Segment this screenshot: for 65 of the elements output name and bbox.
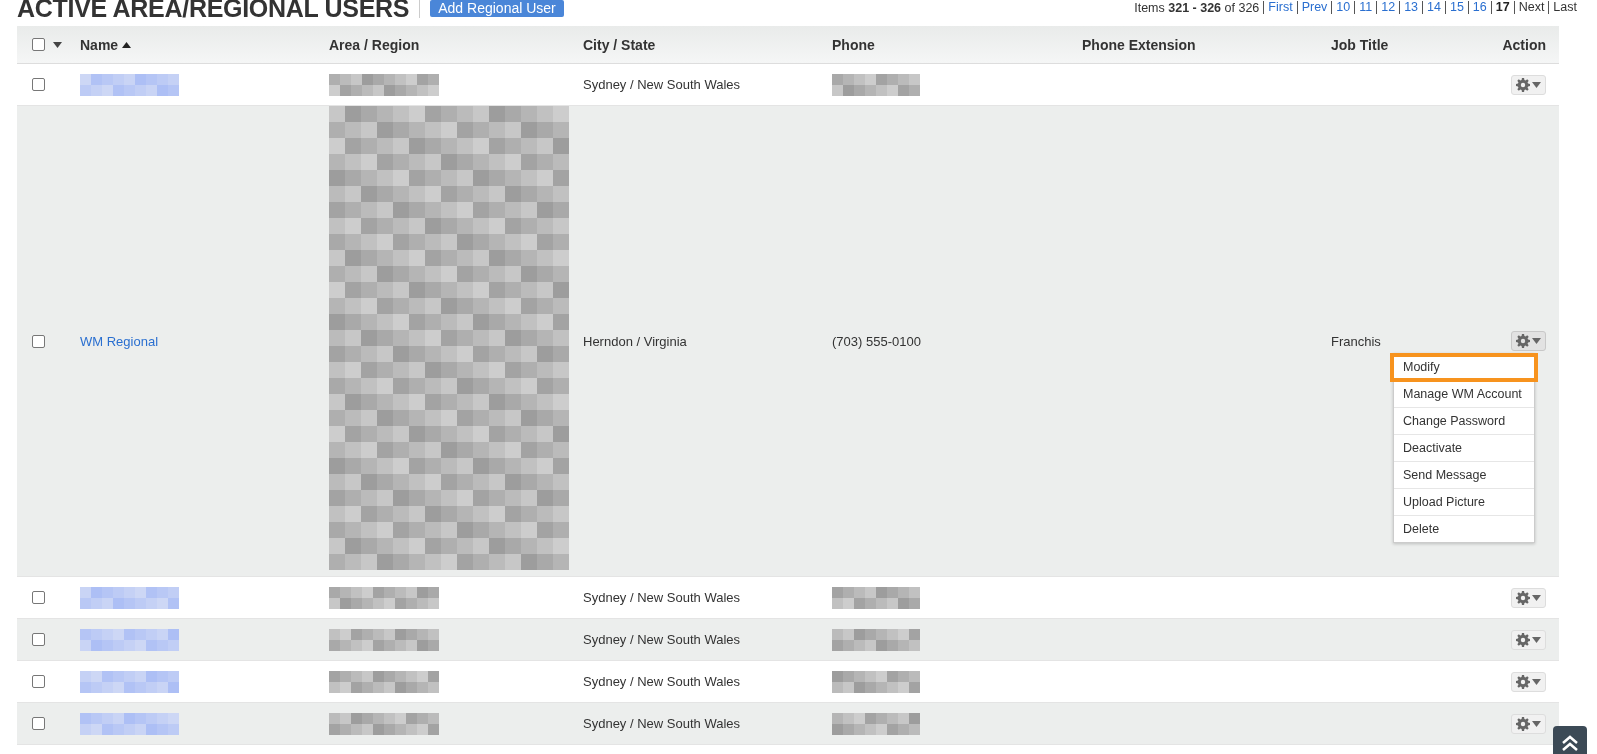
job-title-text: Franchis xyxy=(1331,333,1381,349)
menu-item[interactable]: Send Message xyxy=(1394,462,1534,489)
caret-icon xyxy=(1532,338,1541,344)
column-header[interactable]: Phone xyxy=(832,36,875,53)
double-chevron-up-icon xyxy=(1561,734,1579,752)
page-link[interactable]: 16 xyxy=(1467,1,1491,14)
caret-icon[interactable] xyxy=(53,41,62,48)
row-checkbox[interactable] xyxy=(32,717,45,730)
action-menu-button[interactable] xyxy=(1511,671,1546,692)
page-link[interactable]: 11 xyxy=(1354,1,1377,14)
action-menu-button[interactable] xyxy=(1511,74,1546,95)
page-link[interactable]: 13 xyxy=(1399,1,1423,14)
row-checkbox[interactable] xyxy=(32,78,45,91)
city-state-text: Sydney / New South Wales xyxy=(583,716,741,731)
row-checkbox[interactable] xyxy=(32,591,45,604)
caret-icon xyxy=(1532,81,1541,88)
gear-icon xyxy=(1516,632,1530,647)
column-header[interactable]: Name xyxy=(80,36,119,53)
column-header[interactable]: Job Title xyxy=(1331,36,1389,53)
city-state-text: Sydney / New South Wales xyxy=(583,590,741,605)
menu-item[interactable]: Upload Picture xyxy=(1394,489,1534,516)
caret-icon xyxy=(1532,594,1541,601)
add-regional-user-button[interactable]: Add Regional User xyxy=(430,0,564,17)
action-menu-button[interactable] xyxy=(1511,629,1546,650)
items-summary: Items 321 - 326 of 326 xyxy=(1134,0,1261,15)
page-link[interactable]: 12 xyxy=(1376,1,1400,14)
gear-icon xyxy=(1516,590,1530,605)
column-header[interactable]: Phone Extension xyxy=(1082,36,1196,53)
menu-item[interactable]: Manage WM Account xyxy=(1394,381,1534,408)
row-checkbox[interactable] xyxy=(32,633,45,646)
page-link[interactable]: First xyxy=(1263,1,1297,14)
city-state-text: Sydney / New South Wales xyxy=(583,632,741,647)
city-state-text: Herndon / Virginia xyxy=(583,333,687,349)
city-state-text: Sydney / New South Wales xyxy=(583,674,741,689)
column-header[interactable]: Area / Region xyxy=(329,36,420,53)
page-link[interactable]: 14 xyxy=(1422,1,1445,14)
caret-icon xyxy=(1532,720,1541,727)
gear-icon xyxy=(1516,334,1530,348)
action-menu-button[interactable] xyxy=(1511,331,1546,351)
current-page: 17 xyxy=(1490,1,1514,14)
page-link[interactable]: 10 xyxy=(1331,1,1355,14)
column-header[interactable]: City / State xyxy=(583,36,656,53)
gear-icon xyxy=(1516,716,1530,731)
menu-item[interactable]: Delete xyxy=(1394,516,1534,542)
action-menu-button[interactable] xyxy=(1511,587,1546,608)
page-link[interactable]: 15 xyxy=(1444,1,1468,14)
user-name-link[interactable]: WM Regional xyxy=(80,333,159,349)
caret-icon xyxy=(1532,678,1541,685)
city-state-text: Sydney / New South Wales xyxy=(583,77,741,92)
gear-icon xyxy=(1516,77,1530,92)
page-label: Last xyxy=(1548,1,1577,14)
menu-item[interactable]: Modify xyxy=(1391,354,1537,381)
column-header[interactable]: Action xyxy=(1502,36,1546,53)
phone-text: (703) 555-0100 xyxy=(832,333,921,349)
page-label: Next xyxy=(1513,1,1549,14)
select-all-checkbox[interactable] xyxy=(32,38,45,51)
caret-icon xyxy=(1532,636,1541,643)
gear-icon xyxy=(1516,674,1530,689)
action-menu-button[interactable] xyxy=(1511,713,1546,734)
row-checkbox[interactable] xyxy=(32,334,45,348)
page-link[interactable]: Prev xyxy=(1296,1,1332,14)
scroll-to-top-button[interactable] xyxy=(1553,726,1587,754)
menu-item[interactable]: Change Password xyxy=(1394,408,1534,435)
menu-item[interactable]: Deactivate xyxy=(1394,435,1534,462)
row-checkbox[interactable] xyxy=(32,675,45,688)
